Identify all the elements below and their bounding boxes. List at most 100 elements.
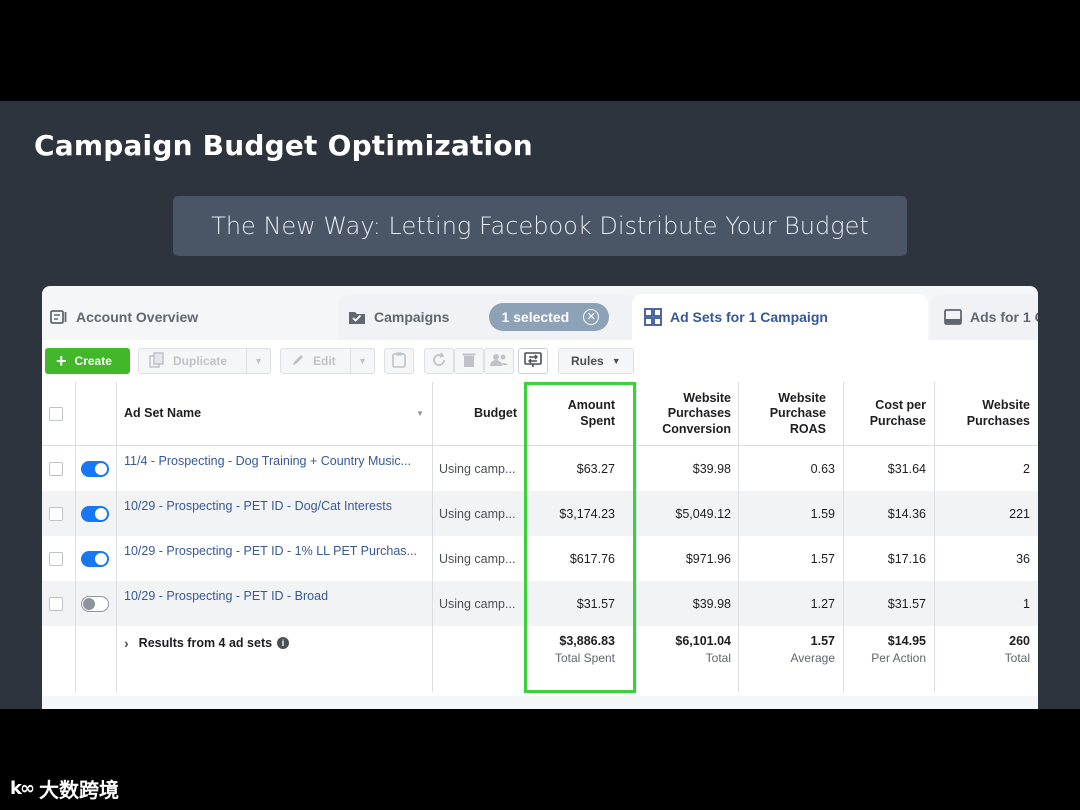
trash-icon [462,352,476,371]
delete-button[interactable] [454,348,484,374]
clear-selection-icon[interactable]: ✕ [583,309,600,325]
totals-row: › Results from 4 ad sets i $3,886.83 Tot… [42,626,1038,692]
ad-icon [944,309,962,325]
selected-count-label: 1 selected [501,309,570,325]
row-checkbox[interactable] [49,506,63,521]
tab-account-overview[interactable]: Account Overview [50,294,350,340]
ad-set-name-link[interactable]: 10/29 - Prospecting - PET ID - 1% LL PET… [124,536,420,581]
tab-campaigns[interactable]: Campaigns 1 selected ✕ [338,294,638,340]
sort-icon[interactable]: ▼ [416,409,424,419]
conversion-cell: $39.98 [692,461,731,476]
budget-cell: Using camp... [439,596,516,611]
column-divider [432,382,433,692]
table-row[interactable]: 10/29 - Prospecting - PET ID - Dog/Cat I… [42,491,1038,536]
total-purchases-caption: Total [1004,651,1030,665]
toolbar: + Create Duplicate ▼ Edit ▼ Rules ▼ [42,340,1038,382]
roas-cell: 1.27 [810,596,835,611]
tab-ads[interactable]: Ads for 1 C [930,294,1038,340]
header-ad-set-name-label: Ad Set Name [124,406,202,421]
watermark-text: 大数跨境 [38,780,119,802]
ab-test-button[interactable] [518,348,548,374]
rules-label: Rules [571,354,604,368]
select-all-checkbox[interactable] [49,407,63,421]
restore-button[interactable] [424,348,454,374]
ab-test-icon [524,351,542,371]
tab-account-label: Account Overview [76,309,199,325]
total-purchases: 260 Total [936,634,1030,665]
refresh-icon [431,352,447,371]
tab-ad-sets[interactable]: Ad Sets for 1 Campaign [632,294,928,340]
edit-label: Edit [313,354,336,368]
total-purchases-value: 260 [1009,634,1030,648]
conversion-cell: $5,049.12 [675,506,731,521]
row-checkbox[interactable] [49,551,63,566]
total-conversion-caption: Total [705,651,731,665]
total-cost: $14.95 Per Action [845,634,926,665]
total-roas-value: 1.57 [810,634,835,648]
selected-count-pill[interactable]: 1 selected ✕ [489,303,610,331]
cost-cell: $14.36 [887,506,926,521]
chevron-right-icon[interactable]: › [124,635,129,651]
create-button[interactable]: + Create [45,348,130,374]
people-icon [490,353,508,370]
amount-spent-cell: $3,174.23 [559,506,615,521]
clipboard-icon [392,352,406,371]
header-cost-per-purchase[interactable]: Cost per Purchase [862,382,926,446]
row-toggle[interactable] [81,550,109,567]
totals-label[interactable]: › Results from 4 ad sets i [124,628,290,658]
duplicate-button[interactable]: Duplicate ▼ [138,348,271,374]
header-select-all[interactable] [49,382,63,446]
rules-button[interactable]: Rules ▼ [558,348,634,374]
row-toggle[interactable] [81,505,109,522]
total-conversion-value: $6,101.04 [675,634,731,648]
tab-ads-label: Ads for 1 C [970,309,1038,325]
rules-dropdown-icon: ▼ [611,356,621,366]
ads-manager-window: Account Overview Campaigns 1 selected ✕ … [42,286,1038,709]
duplicate-icon [149,351,165,371]
clipboard-button[interactable] [384,348,414,374]
budget-cell: Using camp... [439,461,516,476]
row-checkbox[interactable] [49,596,63,611]
audience-button[interactable] [484,348,514,374]
duplicate-dropdown-icon[interactable]: ▼ [246,349,270,373]
conversion-cell: $39.98 [692,596,731,611]
header-amount-spent[interactable]: Amount Spent [557,382,615,446]
slide: Campaign Budget Optimization The New Way… [0,101,1080,709]
amount-spent-cell: $31.57 [576,596,615,611]
row-checkbox[interactable] [49,461,63,476]
watermark: k∞ 大数跨境 [10,774,119,803]
table-row[interactable]: 10/29 - Prospecting - PET ID - Broad Usi… [42,581,1038,626]
header-purchases[interactable]: Website Purchases [956,382,1030,446]
purchases-cell: 1 [1023,596,1030,611]
roas-cell: 1.57 [810,551,835,566]
cost-cell: $31.64 [887,461,926,476]
header-divider [42,445,1038,446]
header-budget[interactable]: Budget [434,382,517,446]
tab-ad-sets-label: Ad Sets for 1 Campaign [670,309,828,325]
cost-cell: $31.57 [887,596,926,611]
table-row[interactable]: 10/29 - Prospecting - PET ID - 1% LL PET… [42,536,1038,581]
info-icon[interactable]: i [277,637,290,649]
pencil-icon [291,353,305,370]
header-conversion[interactable]: Website Purchases Conversion [654,382,731,446]
header-ad-set-name[interactable]: Ad Set Name ▼ [124,382,424,446]
ad-set-name-link[interactable]: 10/29 - Prospecting - PET ID - Broad [124,581,420,626]
amount-spent-cell: $617.76 [569,551,615,566]
column-divider [116,382,117,692]
tab-campaigns-label: Campaigns [374,309,450,325]
edit-button[interactable]: Edit ▼ [280,348,375,374]
table-row[interactable]: 11/4 - Prospecting - Dog Training + Coun… [42,446,1038,491]
amount-spent-cell: $63.27 [576,461,615,476]
column-divider [75,382,76,692]
edit-dropdown-icon[interactable]: ▼ [350,349,374,373]
row-toggle[interactable] [81,595,109,612]
ad-set-name-link[interactable]: 10/29 - Prospecting - PET ID - Dog/Cat I… [124,491,420,536]
ad-set-name-link[interactable]: 11/4 - Prospecting - Dog Training + Coun… [124,446,420,491]
total-spent-value: $3,886.83 [559,634,615,648]
total-cost-value: $14.95 [887,634,926,648]
header-roas[interactable]: Website Purchase ROAS [756,382,826,446]
slide-subtitle: The New Way: Letting Facebook Distribute… [173,196,907,256]
row-toggle[interactable] [81,460,109,477]
column-divider [524,382,525,692]
duplicate-label: Duplicate [173,354,228,368]
